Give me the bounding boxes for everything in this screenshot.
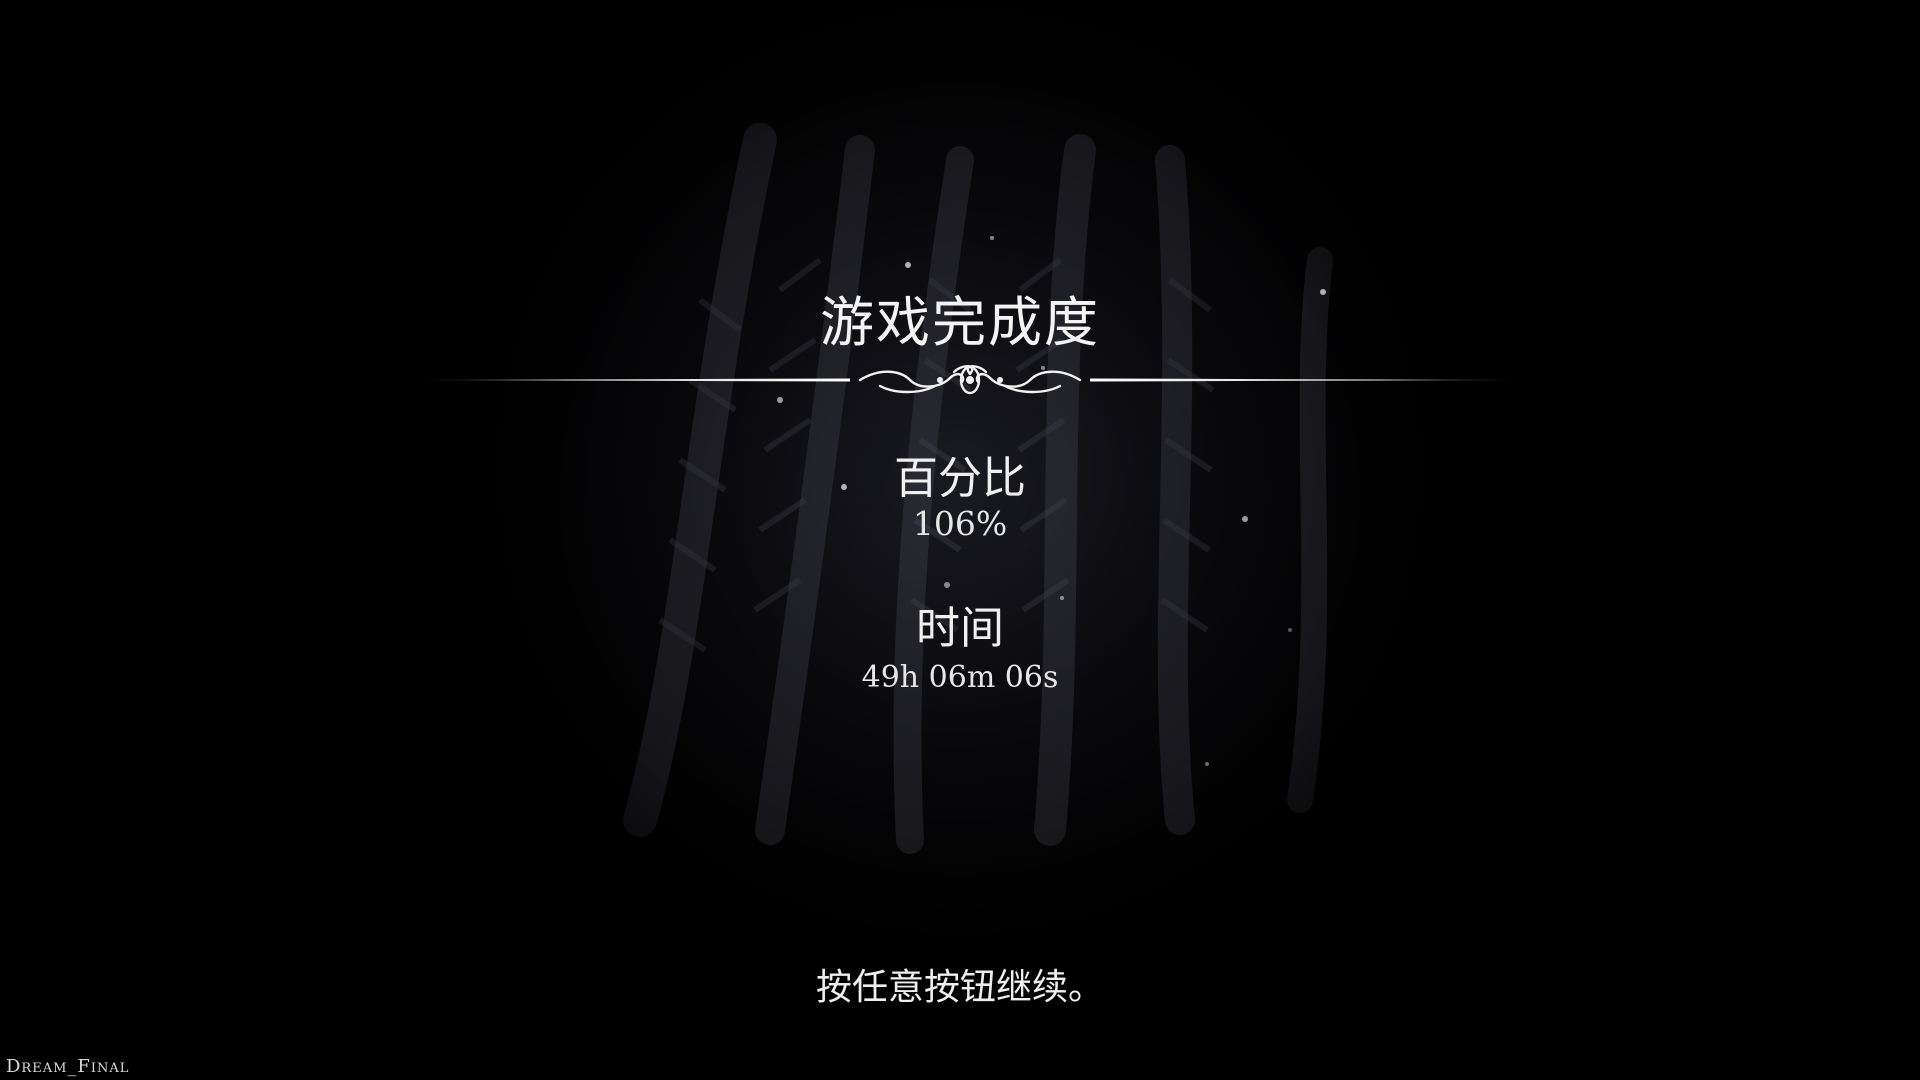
page-title: 游戏完成度 <box>820 291 1100 354</box>
percentage-label: 百分比 <box>894 453 1026 504</box>
ornamental-divider-icon <box>410 365 1530 395</box>
time-value: 49h 06m 06s <box>861 660 1059 695</box>
time-label: 时间 <box>916 603 1004 654</box>
continue-prompt: 按任意按钮继续。 <box>815 967 1104 1008</box>
game-completion-screen[interactable]: 游戏完成度 百分比 106% 时间 49h 06m 06s 按任意按钮继续。 D… <box>0 0 1920 1080</box>
save-file-label: Dream_Final <box>6 1056 130 1077</box>
percentage-value: 106% <box>912 504 1008 543</box>
